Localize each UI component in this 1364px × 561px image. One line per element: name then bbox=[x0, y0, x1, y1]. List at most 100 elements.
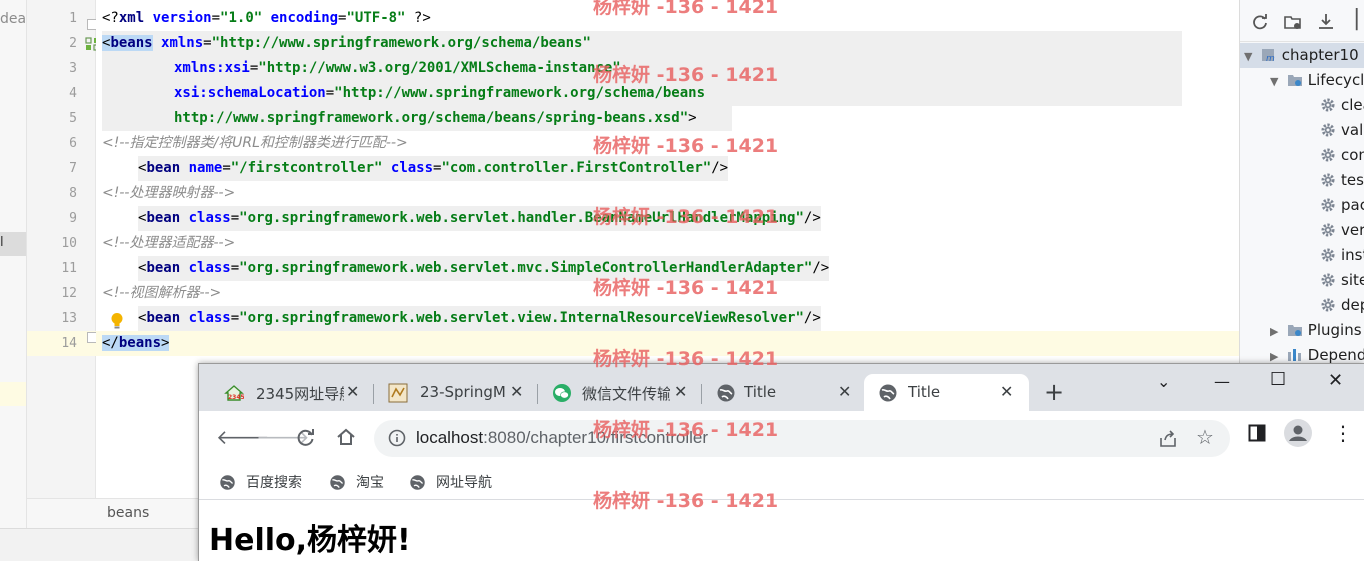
lifecycle-phase-label: validate bbox=[1341, 121, 1364, 139]
line-number: 10 bbox=[61, 236, 77, 251]
bookmark-taobao[interactable]: 淘宝 bbox=[329, 472, 384, 492]
code-line-12: <!--视图解析器--> bbox=[102, 285, 222, 301]
maximize-icon[interactable]: ☐ bbox=[1270, 369, 1286, 390]
tab-2345[interactable]: 2345 2345网址导航 ✕ bbox=[206, 374, 374, 411]
lifecycle-phase-package[interactable]: package bbox=[1320, 193, 1364, 218]
code-line-5: http://www.springframework.org/schema/be… bbox=[102, 106, 732, 131]
line-number: 3 bbox=[69, 61, 77, 76]
close-window-icon[interactable]: ✕ bbox=[1328, 370, 1343, 391]
gear-icon bbox=[1321, 123, 1335, 137]
lifecycle-phase-test[interactable]: test bbox=[1320, 168, 1364, 193]
menu-kebab-icon[interactable]: ⋮ bbox=[1333, 421, 1353, 445]
lifecycle-phase-label: clean bbox=[1341, 96, 1364, 114]
globe-icon bbox=[410, 475, 425, 490]
close-icon[interactable]: ✕ bbox=[838, 382, 851, 401]
tab-title-2-active[interactable]: Title ✕ bbox=[864, 374, 1029, 411]
globe-icon bbox=[330, 475, 345, 490]
line-number: 8 bbox=[69, 186, 77, 201]
code-line-1: <?xml version="1.0" encoding="UTF-8" ?> bbox=[102, 10, 431, 26]
breadcrumb-item[interactable]: beans bbox=[107, 505, 149, 521]
lifecycle-phase-validate[interactable]: validate bbox=[1320, 118, 1364, 143]
lifecycle-phase-compile[interactable]: compile bbox=[1320, 143, 1364, 168]
bookmark-nav[interactable]: 网址导航 bbox=[409, 472, 492, 492]
bookmark-star-icon[interactable]: ☆ bbox=[1196, 425, 1214, 449]
chevron-down-icon[interactable]: ▼ bbox=[1244, 44, 1256, 69]
tab-title: Title bbox=[744, 383, 777, 401]
code-line-14: </beans> bbox=[102, 335, 170, 351]
globe-icon bbox=[717, 384, 735, 402]
chevron-right-icon[interactable]: ▶ bbox=[1270, 319, 1282, 344]
line-number: 11 bbox=[61, 261, 77, 276]
reload-icon[interactable] bbox=[1251, 13, 1269, 31]
tree-project[interactable]: ▼ m chapter10 bbox=[1244, 43, 1359, 68]
line-number: 2 bbox=[69, 36, 77, 51]
gear-icon bbox=[1321, 98, 1335, 112]
close-icon[interactable]: ✕ bbox=[1000, 382, 1013, 401]
url-text[interactable]: localhost:8080/chapter10/firstcontroller bbox=[416, 428, 708, 448]
browser-window: 2345 2345网址导航 ✕ 23-SpringMVC ✕ 微信文件传输助手 … bbox=[198, 363, 1364, 561]
lifecycle-phase-label: compile bbox=[1341, 146, 1364, 164]
tree-lifecycle-label: Lifecycle bbox=[1307, 71, 1364, 89]
lifecycle-phase-label: site bbox=[1341, 271, 1364, 289]
reload-page-icon[interactable] bbox=[296, 427, 316, 447]
tab-title: Title bbox=[908, 383, 941, 401]
line-number: 6 bbox=[69, 136, 77, 151]
close-icon[interactable]: ✕ bbox=[510, 382, 523, 401]
page-content: Hello,杨梓妍! bbox=[199, 501, 1364, 561]
lifecycle-phase-site[interactable]: site bbox=[1320, 268, 1364, 293]
line-number: 4 bbox=[69, 86, 77, 101]
line-number: 1 bbox=[69, 11, 77, 26]
tree-project-label: chapter10 bbox=[1281, 46, 1359, 64]
gear-icon bbox=[1321, 223, 1335, 237]
lifecycle-phase-clean[interactable]: clean bbox=[1320, 93, 1364, 118]
tree-lifecycle[interactable]: ▼ Lifecycle bbox=[1270, 68, 1364, 93]
new-tab-button[interactable]: + bbox=[1044, 380, 1064, 404]
project-highlight-row bbox=[0, 382, 26, 406]
close-icon[interactable]: ✕ bbox=[674, 382, 687, 401]
lifecycle-phase-deploy[interactable]: deploy bbox=[1320, 293, 1364, 318]
close-icon[interactable]: ✕ bbox=[346, 382, 359, 401]
svg-text:2345: 2345 bbox=[228, 394, 244, 401]
line-number: 9 bbox=[69, 211, 77, 226]
site-info-icon[interactable] bbox=[388, 429, 406, 447]
download-icon[interactable] bbox=[1317, 13, 1335, 31]
line-number: 5 bbox=[69, 111, 77, 126]
code-line-10: <!--处理器适配器--> bbox=[102, 235, 236, 251]
minimize-icon[interactable]: — bbox=[1214, 372, 1230, 391]
line-number: 14 bbox=[61, 336, 77, 351]
project-selected-row-text: l bbox=[0, 235, 4, 250]
tab-title: 微信文件传输助手 bbox=[582, 385, 670, 403]
tab-springmvc[interactable]: 23-SpringMVC ✕ bbox=[374, 374, 538, 411]
lifecycle-phase-label: install bbox=[1341, 246, 1364, 264]
editor-gutter: 1 2 3 4 5 6 7 8 9 10 11 12 13 14 bbox=[27, 0, 100, 498]
tab-search-icon[interactable]: ⌄ bbox=[1157, 372, 1170, 391]
plugins-folder-icon bbox=[1287, 325, 1302, 336]
lifecycle-phase-verify[interactable]: verify bbox=[1320, 218, 1364, 243]
lifecycle-phase-install[interactable]: install bbox=[1320, 243, 1364, 268]
lightbulb-icon[interactable] bbox=[110, 312, 124, 330]
chevron-down-icon[interactable]: ▼ bbox=[1270, 69, 1282, 94]
maven-toolbar: | bbox=[1240, 0, 1364, 42]
address-bar[interactable]: localhost:8080/chapter10/firstcontroller… bbox=[374, 420, 1230, 457]
add-maven-project-icon[interactable] bbox=[1284, 13, 1302, 31]
gear-icon bbox=[1321, 248, 1335, 262]
tree-plugins[interactable]: ▶ Plugins bbox=[1270, 318, 1362, 343]
tree-plugins-label: Plugins bbox=[1307, 321, 1362, 339]
project-selected-row[interactable]: l bbox=[0, 232, 26, 256]
more-actions-icon[interactable]: | bbox=[1353, 6, 1360, 31]
home-icon[interactable] bbox=[336, 427, 356, 447]
share-icon[interactable] bbox=[1158, 429, 1178, 449]
gear-icon bbox=[1321, 273, 1335, 287]
browser-toolbar: 🡐 🡒 localhost:8080/chapter10/firstcontro… bbox=[199, 411, 1364, 466]
code-line-9: <bean class="org.springframework.web.ser… bbox=[138, 206, 821, 231]
tab-title-1[interactable]: Title ✕ bbox=[702, 374, 866, 411]
page-heading: Hello,杨梓妍! bbox=[209, 523, 411, 558]
gear-icon bbox=[1321, 173, 1335, 187]
bookmark-baidu[interactable]: 百度搜索 bbox=[219, 472, 302, 492]
svg-text:m: m bbox=[1266, 54, 1275, 63]
lifecycle-phase-label: verify bbox=[1341, 221, 1364, 239]
current-line-highlight bbox=[96, 331, 1239, 356]
side-panel-icon[interactable] bbox=[1248, 424, 1266, 442]
tab-wechat[interactable]: 微信文件传输助手 ✕ bbox=[538, 374, 702, 411]
profile-avatar-icon[interactable] bbox=[1284, 419, 1312, 447]
